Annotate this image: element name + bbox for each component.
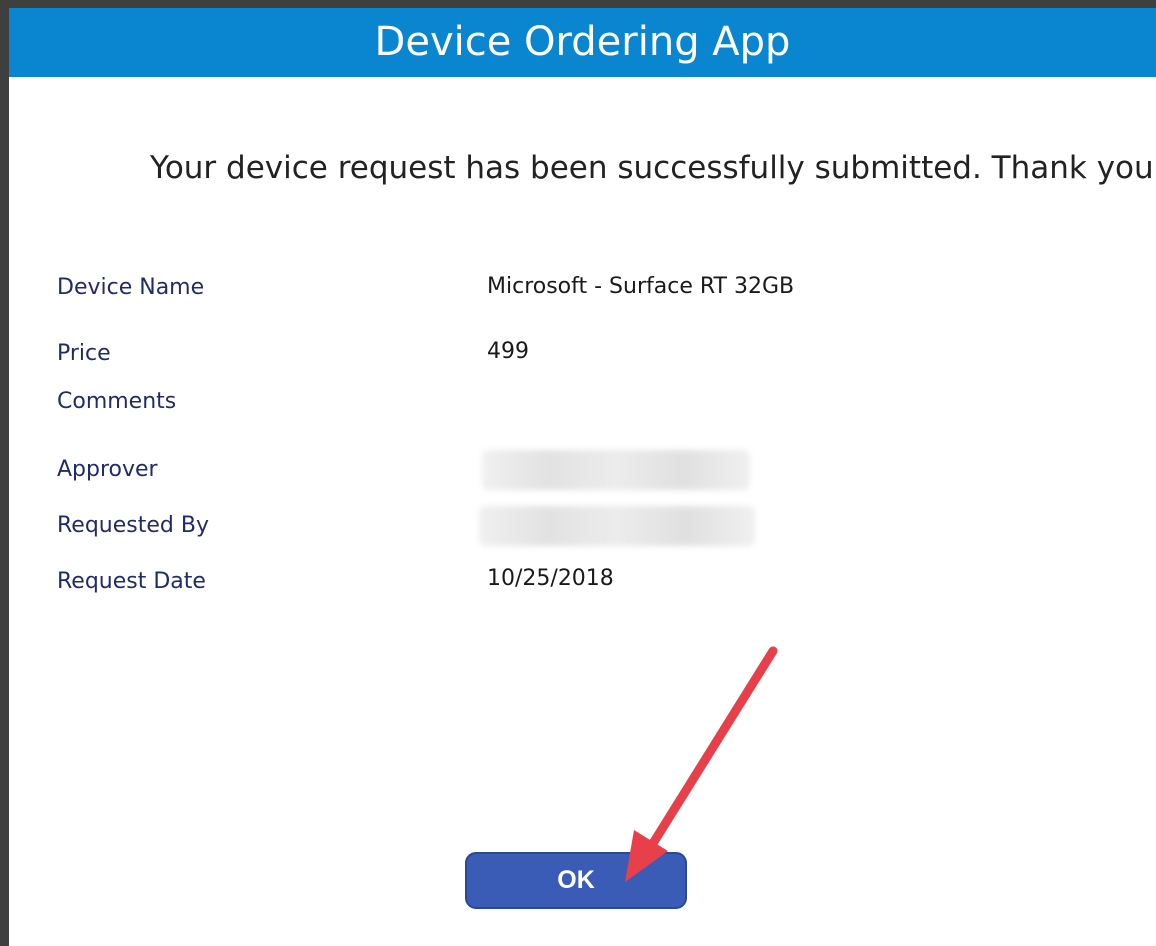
requested-by-label: Requested By <box>57 513 209 538</box>
requested-by-value-redacted <box>479 506 755 546</box>
approver-label: Approver <box>57 457 158 482</box>
request-date-value: 10/25/2018 <box>487 566 614 591</box>
app-title: Device Ordering App <box>374 19 791 65</box>
approver-value-redacted <box>482 450 750 490</box>
request-date-label: Request Date <box>57 569 206 594</box>
ok-button[interactable]: OK <box>465 852 687 909</box>
price-value: 499 <box>487 339 529 364</box>
price-label: Price <box>57 341 111 366</box>
comments-label: Comments <box>57 389 177 414</box>
device-name-label: Device Name <box>57 275 205 300</box>
app-header: Device Ordering App <box>9 8 1156 77</box>
confirmation-message: Your device request has been successfull… <box>150 150 1156 186</box>
device-name-value: Microsoft - Surface RT 32GB <box>487 274 795 299</box>
